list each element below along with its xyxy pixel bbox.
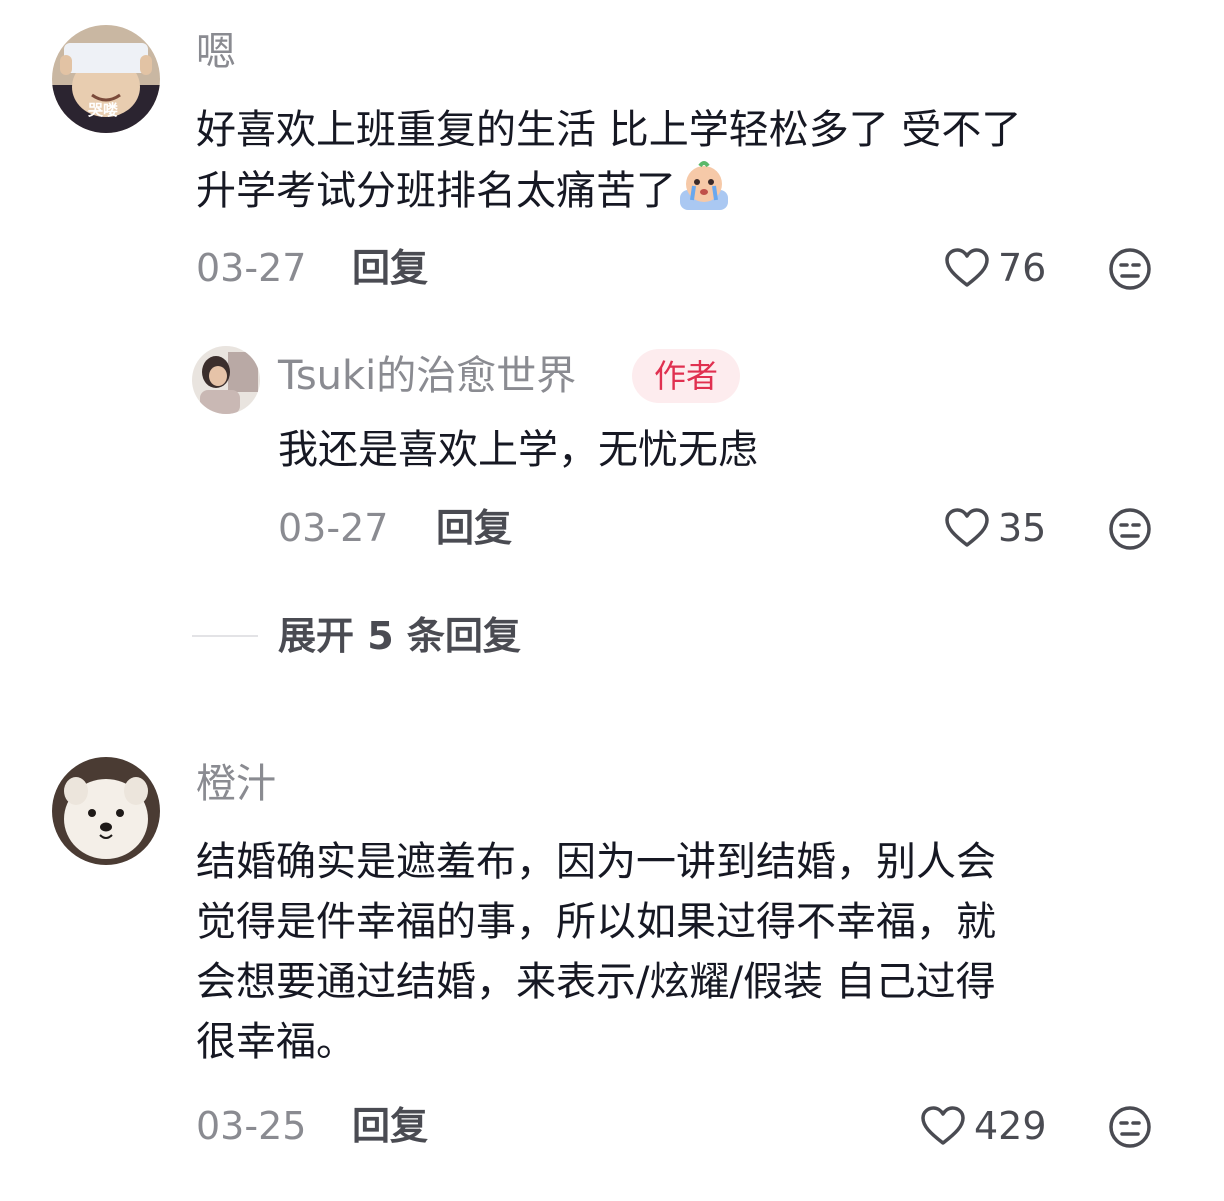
dislike-icon[interactable] [1108,1105,1152,1149]
comment-text-line: 我还是喜欢上学，无忧无虑 [278,427,758,473]
like-count: 35 [998,506,1047,550]
avatar-photo [52,757,160,865]
like-count: 76 [998,246,1047,290]
avatar[interactable] [52,757,160,865]
crying-emoji-icon [680,161,728,210]
comment-text-line: 升学考试分班排名太痛苦了 [196,160,1021,221]
comment-username[interactable]: 橙汁 [196,760,276,808]
reply-button[interactable]: 回复 [352,1104,428,1148]
like-button[interactable]: 429 [920,1104,1047,1148]
comment-content: 好喜欢上班重复的生活 比上学轻松多了 受不了 升学考试分班排名太痛苦了 [196,100,1021,221]
reply-button[interactable]: 回复 [436,506,512,550]
comment-date: 03-27 [196,246,307,290]
avatar[interactable]: 哭喽 [52,25,160,133]
author-badge: 作者 [632,349,741,403]
heart-icon [945,248,989,287]
like-button[interactable]: 35 [944,506,1046,550]
reply-avatar[interactable] [192,346,260,414]
comment-content: 结婚确实是遮羞布，因为一讲到结婚，别人会 觉得是件幸福的事，所以如果过得不幸福，… [196,832,996,1072]
reply-button[interactable]: 回复 [352,246,428,290]
expand-replies-button[interactable]: 展开 5 条回复 [192,614,521,658]
comment-text-line: 结婚确实是遮羞布，因为一讲到结婚，别人会 [196,839,996,885]
comment-text-line: 会想要通过结婚，来表示/炫耀/假装 自己过得 [196,959,996,1005]
comment-text-line: 很幸福。 [196,1019,356,1065]
like-button[interactable]: 76 [944,246,1046,290]
reply-date: 03-27 [278,506,389,550]
comment-text-line: 好喜欢上班重复的生活 比上学轻松多了 受不了 [196,107,1022,153]
comment-date: 03-25 [196,1104,307,1148]
heart-icon [945,508,989,547]
dislike-icon[interactable] [1108,247,1152,291]
expand-divider [192,635,258,637]
like-count: 429 [974,1104,1047,1148]
avatar-caption: 哭喽 [88,101,119,119]
expand-replies-label: 展开 5 条回复 [278,614,521,658]
comment-text-fragment: 升学考试分班排名太痛苦了 [196,168,676,214]
reply-content: 我还是喜欢上学，无忧无虑 [278,420,758,480]
comment-text-line: 觉得是件幸福的事，所以如果过得不幸福，就 [196,899,996,945]
dislike-icon[interactable] [1108,507,1152,551]
comment-username[interactable]: 嗯 [196,28,236,76]
reply-username[interactable]: Tsuki的治愈世界 [278,352,576,400]
heart-icon [921,1106,965,1145]
avatar-photo [192,346,260,414]
